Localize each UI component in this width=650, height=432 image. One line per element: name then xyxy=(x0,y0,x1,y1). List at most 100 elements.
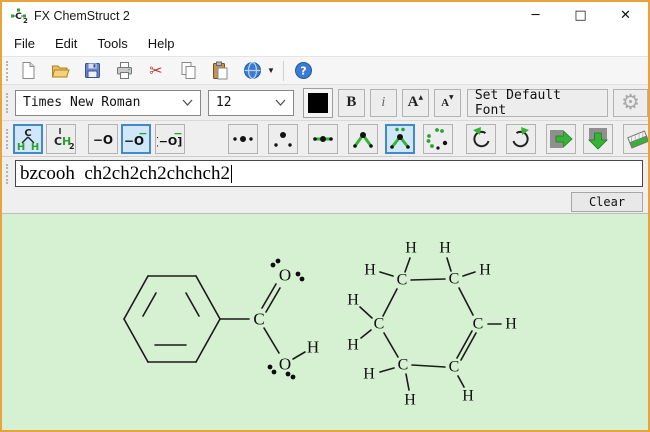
bond-line-linear-button[interactable] xyxy=(308,124,338,154)
cut-icon[interactable]: ✂ xyxy=(143,59,169,83)
svg-text:−O: −O xyxy=(93,133,113,147)
oxygen-bond-button[interactable]: −O xyxy=(88,124,118,154)
svg-text:H: H xyxy=(364,262,376,279)
help-icon[interactable]: ? xyxy=(290,59,316,83)
decrease-font-button[interactable]: A▼ xyxy=(434,89,461,117)
svg-text:H: H xyxy=(505,316,517,333)
font-color-button[interactable] xyxy=(303,88,333,118)
italic-button[interactable]: i xyxy=(370,89,397,117)
svg-text:?: ? xyxy=(300,65,306,78)
svg-text:H: H xyxy=(462,388,474,405)
formula-input[interactable]: bzcooh ch2ch2ch2chchch2 xyxy=(15,160,643,187)
svg-text:H: H xyxy=(17,142,25,152)
svg-text:2: 2 xyxy=(23,17,28,24)
toolbar-separator xyxy=(283,61,284,81)
print-icon[interactable] xyxy=(111,59,137,83)
svg-text:C: C xyxy=(473,316,484,333)
svg-text:H: H xyxy=(439,240,451,257)
chevron-down-icon xyxy=(275,99,286,106)
svg-text:C: C xyxy=(449,359,460,376)
bold-button[interactable]: B xyxy=(338,89,365,117)
clear-row: Clear xyxy=(2,190,648,214)
svg-text:C: C xyxy=(54,135,62,148)
chevron-down-icon xyxy=(182,99,193,106)
svg-text:H: H xyxy=(405,240,417,257)
svg-text:C: C xyxy=(449,271,460,288)
increase-font-button[interactable]: A▲ xyxy=(402,89,429,117)
rotate-ccw-button[interactable] xyxy=(466,124,496,154)
formula-text: bzcooh ch2ch2ch2chchch2 xyxy=(20,163,230,185)
svg-text:H: H xyxy=(479,262,491,279)
toolbar-grip[interactable] xyxy=(6,61,10,81)
svg-text:H: H xyxy=(307,338,319,357)
font-settings-button[interactable]: ⚙ xyxy=(613,89,648,117)
toolbar-grip[interactable] xyxy=(6,129,8,149)
condensed-formula-button[interactable]: C H 2 xyxy=(46,124,76,154)
svg-text:O: O xyxy=(279,355,291,374)
menu-help[interactable]: Help xyxy=(138,31,185,56)
svg-text:H: H xyxy=(347,292,359,309)
up-triangle-icon: ▲ xyxy=(418,94,423,101)
export-down-button[interactable] xyxy=(583,124,613,154)
font-family-select[interactable]: Times New Roman xyxy=(15,90,201,116)
set-default-font-button[interactable]: Set Default Font xyxy=(467,89,608,117)
svg-text:C: C xyxy=(398,357,409,374)
link-globe-icon[interactable] xyxy=(239,59,265,83)
eraser-button[interactable] xyxy=(623,124,650,154)
maximize-button[interactable]: □ xyxy=(558,2,603,29)
molecule-drawing: COOHCCCCCCHHHHHHHHHH xyxy=(2,214,648,430)
font-size-value: 12 xyxy=(216,95,232,110)
svg-text:2: 2 xyxy=(69,142,74,151)
title-bar: C 2 FX ChemStruct 2 ─ □ ✕ xyxy=(2,2,648,29)
window-title: FX ChemStruct 2 xyxy=(34,9,130,23)
structure-canvas[interactable]: COOHCCCCCCHHHHHHHHHH xyxy=(2,214,648,430)
minimize-button[interactable]: ─ xyxy=(513,2,558,29)
bond-line-bent-button[interactable] xyxy=(348,124,378,154)
font-size-select[interactable]: 12 xyxy=(208,90,294,116)
toolbar-grip[interactable] xyxy=(6,93,10,113)
app-window: C 2 FX ChemStruct 2 ─ □ ✕ File Edit Tool… xyxy=(0,0,650,432)
svg-text:H: H xyxy=(347,337,359,354)
font-toolbar: Times New Roman 12 B i A▲ A▼ Set Default… xyxy=(2,85,648,121)
svg-text:H: H xyxy=(31,142,39,152)
electron-dots-linear-button[interactable] xyxy=(228,124,258,154)
export-right-button[interactable] xyxy=(546,124,576,154)
oxygen-anion-button[interactable]: −O − xyxy=(121,124,151,154)
svg-text:C: C xyxy=(15,12,22,22)
bond-line-lone-pairs-button[interactable] xyxy=(385,124,415,154)
menu-bar: File Edit Tools Help xyxy=(2,29,648,56)
menu-tools[interactable]: Tools xyxy=(87,31,137,56)
color-swatch xyxy=(308,93,328,113)
expanded-formula-button[interactable]: C H H xyxy=(13,124,43,154)
paste-icon[interactable] xyxy=(207,59,233,83)
copy-icon[interactable] xyxy=(175,59,201,83)
gear-icon: ⚙ xyxy=(621,92,640,113)
svg-text:H: H xyxy=(363,366,375,383)
open-folder-icon[interactable] xyxy=(47,59,73,83)
new-file-icon[interactable] xyxy=(15,59,41,83)
save-icon[interactable] xyxy=(79,59,105,83)
formula-input-row: bzcooh ch2ch2ch2chchch2 xyxy=(2,157,648,190)
font-family-value: Times New Roman xyxy=(23,95,140,110)
toolbar-grip[interactable] xyxy=(6,164,10,184)
dropdown-arrow-icon[interactable]: ▼ xyxy=(265,66,277,75)
text-caret xyxy=(231,165,232,183)
menu-file[interactable]: File xyxy=(4,31,45,56)
electron-cloud-button[interactable] xyxy=(423,124,453,154)
down-triangle-icon: ▼ xyxy=(449,94,454,101)
svg-text:C: C xyxy=(374,316,385,333)
svg-text:H: H xyxy=(404,392,416,409)
electron-dots-bent-button[interactable] xyxy=(268,124,298,154)
menu-edit[interactable]: Edit xyxy=(45,31,87,56)
svg-text:−: − xyxy=(173,127,182,140)
close-button[interactable]: ✕ xyxy=(603,2,648,29)
standard-toolbar: ✂ ▼ ? xyxy=(2,56,648,85)
svg-text:−: − xyxy=(138,127,147,140)
app-logo-icon: C 2 xyxy=(10,8,28,24)
svg-text:O: O xyxy=(279,266,291,285)
clear-button[interactable]: Clear xyxy=(571,192,643,212)
svg-text:C: C xyxy=(253,310,264,329)
bracket-oxygen-anion-button[interactable]: [−O] − xyxy=(155,124,185,154)
svg-text:C: C xyxy=(24,128,31,139)
rotate-cw-button[interactable] xyxy=(506,124,536,154)
